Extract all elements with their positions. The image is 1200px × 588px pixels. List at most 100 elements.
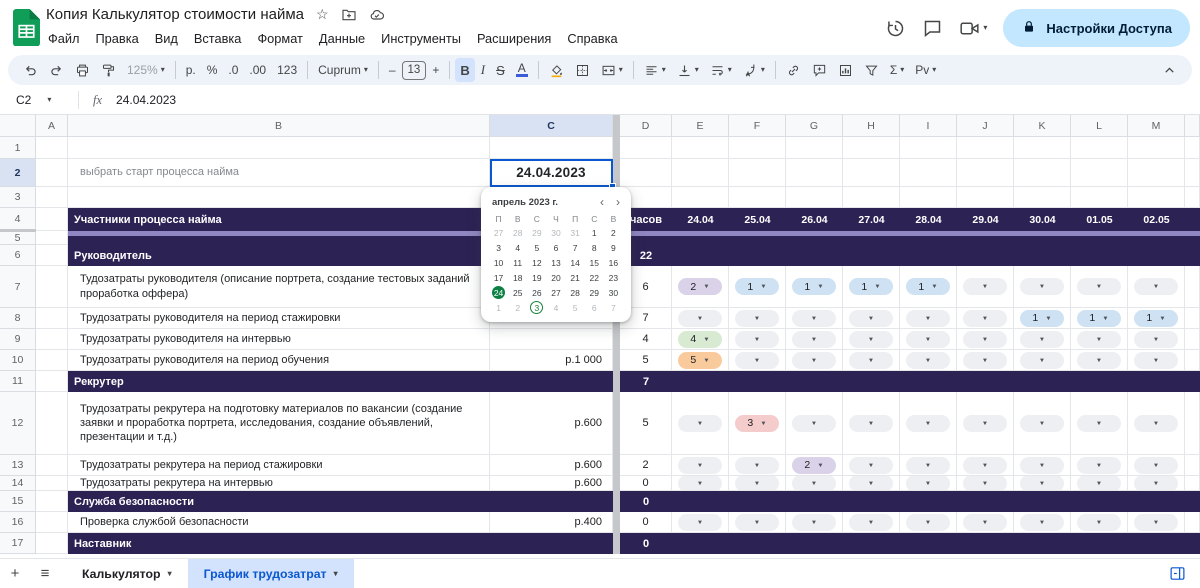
cell-K12[interactable]: ▼ <box>1014 392 1071 455</box>
calendar-day[interactable]: 3 <box>527 300 546 315</box>
cell-F13[interactable]: ▼ <box>729 455 786 476</box>
calendar-day[interactable]: 6 <box>546 240 565 255</box>
cell-K7[interactable]: ▼ <box>1014 266 1071 308</box>
cell-E8[interactable]: ▼ <box>672 308 729 329</box>
cell-M12[interactable]: ▼ <box>1128 392 1185 455</box>
cell-B12[interactable]: Трудозатраты рекрутера на подготовку мат… <box>68 392 490 455</box>
cell-H14[interactable]: ▼ <box>843 476 900 491</box>
calendar-day[interactable]: 2 <box>604 225 623 240</box>
cell-I3[interactable] <box>900 187 957 208</box>
cell-D9[interactable]: 4 <box>620 329 672 350</box>
cell-A14[interactable] <box>36 476 68 491</box>
dropdown-chip[interactable]: ▼ <box>849 351 893 369</box>
dropdown-chip[interactable]: ▼ <box>1077 351 1121 369</box>
calendar-day[interactable]: 5 <box>566 300 585 315</box>
cell-J9[interactable]: ▼ <box>957 329 1014 350</box>
cell-A2[interactable] <box>36 159 68 187</box>
cell-B2[interactable]: выбрать старт процесса найма <box>68 159 490 187</box>
calendar-day[interactable]: 29 <box>585 285 604 300</box>
cell-D2[interactable] <box>620 159 672 187</box>
cell-I12[interactable]: ▼ <box>900 392 957 455</box>
dropdown-chip[interactable]: 1 ▼ <box>735 278 779 295</box>
cell-K10[interactable]: ▼ <box>1014 350 1071 371</box>
cell-M14[interactable]: ▼ <box>1128 476 1185 491</box>
dropdown-chip[interactable]: ▼ <box>735 476 779 490</box>
cell-B8[interactable]: Трудозатраты руководителя на период стаж… <box>68 308 490 329</box>
cell-I2[interactable] <box>900 159 957 187</box>
cell-L1[interactable] <box>1071 137 1128 159</box>
dropdown-chip[interactable]: ▼ <box>963 278 1007 295</box>
dropdown-chip[interactable]: ▼ <box>792 330 836 348</box>
column-header-K[interactable]: K <box>1014 115 1071 137</box>
dropdown-chip[interactable]: ▼ <box>1077 476 1121 490</box>
cell-A4[interactable] <box>36 208 68 231</box>
row-header-8[interactable]: 8 <box>0 308 36 329</box>
dropdown-chip[interactable]: ▼ <box>1077 330 1121 348</box>
cell-C2[interactable]: 24.04.2023 <box>490 159 613 187</box>
cell-H16[interactable]: ▼ <box>843 512 900 533</box>
merge-cells-button[interactable]: ▾ <box>596 58 628 82</box>
text-rotation-button[interactable]: ▾ <box>738 58 770 82</box>
cell-A8[interactable] <box>36 308 68 329</box>
cell-A7[interactable] <box>36 266 68 308</box>
row-header-7[interactable]: 7 <box>0 266 36 308</box>
formula-input[interactable]: 24.04.2023 <box>116 93 176 107</box>
cell-M10[interactable]: ▼ <box>1128 350 1185 371</box>
dropdown-chip[interactable]: ▼ <box>1077 278 1121 295</box>
dropdown-chip[interactable]: ▼ <box>1020 330 1064 348</box>
percent-format-button[interactable]: % <box>202 58 223 82</box>
cell-D12[interactable]: 5 <box>620 392 672 455</box>
dropdown-chip[interactable]: 1 ▼ <box>906 278 950 295</box>
calendar-day[interactable]: 1 <box>585 225 604 240</box>
calendar-day[interactable]: 1 <box>489 300 508 315</box>
cell-K8[interactable]: 1 ▼ <box>1014 308 1071 329</box>
dropdown-chip[interactable]: 1 ▼ <box>849 278 893 295</box>
italic-button[interactable]: I <box>476 58 490 82</box>
strikethrough-button[interactable]: S <box>491 58 510 82</box>
dropdown-chip[interactable]: ▼ <box>849 476 893 490</box>
column-header-J[interactable]: J <box>957 115 1014 137</box>
dropdown-chip[interactable]: ▼ <box>906 351 950 369</box>
cell-G2[interactable] <box>786 159 843 187</box>
cell-L9[interactable]: ▼ <box>1071 329 1128 350</box>
calendar-day[interactable]: 16 <box>604 255 623 270</box>
column-header-E[interactable]: E <box>672 115 729 137</box>
section-row-17[interactable]: Наставник 0 <box>68 533 1200 554</box>
cell-H1[interactable] <box>843 137 900 159</box>
cell-M7[interactable]: ▼ <box>1128 266 1185 308</box>
calendar-day[interactable]: 28 <box>508 225 527 240</box>
dropdown-chip[interactable]: ▼ <box>963 309 1007 327</box>
dropdown-chip[interactable]: 3 ▼ <box>735 414 779 432</box>
section-row-4[interactable]: Участники процесса найма часов 24.04 25.04 2… <box>68 208 1200 231</box>
cell-F2[interactable] <box>729 159 786 187</box>
cell-J10[interactable]: ▼ <box>957 350 1014 371</box>
cell-E1[interactable] <box>672 137 729 159</box>
insert-chart-button[interactable] <box>833 58 858 82</box>
row-header-13[interactable]: 13 <box>0 455 36 476</box>
dropdown-chip[interactable]: ▼ <box>1134 414 1178 432</box>
cell-H13[interactable]: ▼ <box>843 455 900 476</box>
select-all-corner[interactable] <box>0 115 36 137</box>
cell-C10[interactable]: р.1 000 <box>490 350 613 371</box>
borders-button[interactable] <box>570 58 595 82</box>
dropdown-chip[interactable]: ▼ <box>963 351 1007 369</box>
add-sheet-button[interactable]: + <box>0 565 30 582</box>
dropdown-chip[interactable]: ▼ <box>792 513 836 531</box>
cell-E2[interactable] <box>672 159 729 187</box>
dropdown-chip[interactable]: ▼ <box>963 330 1007 348</box>
cell-D10[interactable]: 5 <box>620 350 672 371</box>
cell-F8[interactable]: ▼ <box>729 308 786 329</box>
cell-H2[interactable] <box>843 159 900 187</box>
cell-I9[interactable]: ▼ <box>900 329 957 350</box>
cell-L2[interactable] <box>1071 159 1128 187</box>
version-history-button[interactable] <box>885 18 906 39</box>
cell-J3[interactable] <box>957 187 1014 208</box>
calendar-day[interactable]: 7 <box>604 300 623 315</box>
horizontal-align-button[interactable]: ▾ <box>639 58 671 82</box>
cell-B3[interactable] <box>68 187 490 208</box>
calendar-day[interactable]: 14 <box>566 255 585 270</box>
cell-A1[interactable] <box>36 137 68 159</box>
cell-B14[interactable]: Трудозатраты рекрутера на интервью <box>68 476 490 491</box>
menu-Правка[interactable]: Правка <box>87 28 146 49</box>
cell-M13[interactable]: ▼ <box>1128 455 1185 476</box>
